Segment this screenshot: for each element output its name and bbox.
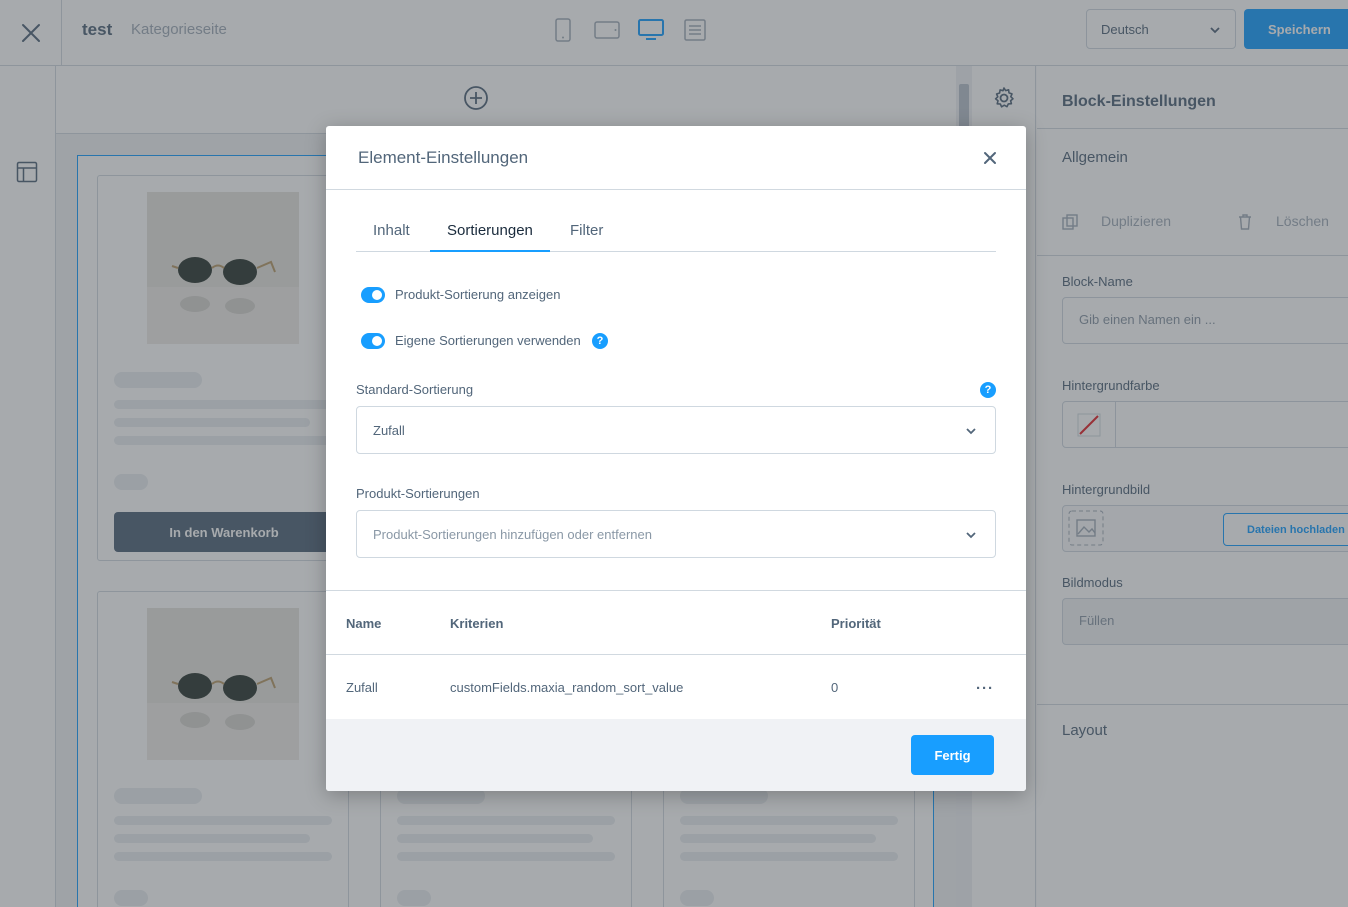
divider bbox=[326, 654, 1026, 655]
row-priority: 0 bbox=[831, 680, 839, 695]
custom-sorting-label: Eigene Sortierungen verwenden bbox=[395, 333, 581, 348]
row-name: Zufall bbox=[346, 680, 378, 695]
tab-inhalt[interactable]: Inhalt bbox=[356, 220, 427, 252]
chevron-down-icon bbox=[966, 428, 976, 435]
divider bbox=[326, 189, 1026, 190]
help-icon[interactable]: ? bbox=[592, 333, 608, 349]
row-actions-icon[interactable]: ··· bbox=[976, 680, 994, 697]
row-criteria: customFields.maxia_random_sort_value bbox=[450, 680, 684, 695]
modal-title: Element-Einstellungen bbox=[358, 148, 529, 167]
done-button[interactable]: Fertig bbox=[911, 735, 994, 775]
product-sorts-select[interactable]: Produkt-Sortierungen hinzufügen oder ent… bbox=[356, 510, 996, 558]
default-sort-select[interactable]: Zufall bbox=[356, 406, 996, 454]
column-header-priority: Priorität bbox=[831, 616, 881, 631]
element-settings-modal: Element-Einstellungen Inhalt Sortierunge… bbox=[326, 126, 1026, 791]
product-sorts-label: Produkt-Sortierungen bbox=[356, 486, 480, 501]
default-sort-label: Standard-Sortierung bbox=[356, 382, 474, 397]
column-header-name: Name bbox=[346, 616, 382, 631]
tab-sortierungen[interactable]: Sortierungen bbox=[430, 220, 550, 252]
modal-footer: Fertig bbox=[326, 719, 1026, 791]
divider bbox=[326, 590, 1026, 591]
show-sorting-label: Produkt-Sortierung anzeigen bbox=[395, 287, 561, 302]
chevron-down-icon bbox=[966, 532, 976, 539]
help-icon[interactable]: ? bbox=[980, 382, 996, 398]
product-sorts-placeholder: Produkt-Sortierungen hinzufügen oder ent… bbox=[373, 527, 652, 542]
custom-sorting-toggle[interactable] bbox=[361, 333, 385, 349]
default-sort-value: Zufall bbox=[373, 423, 405, 438]
modal-tabs: Inhalt Sortierungen Filter bbox=[356, 220, 996, 252]
column-header-criteria: Kriterien bbox=[450, 616, 504, 631]
close-icon[interactable] bbox=[982, 150, 998, 166]
show-sorting-toggle[interactable] bbox=[361, 287, 385, 303]
tab-filter[interactable]: Filter bbox=[553, 220, 620, 252]
